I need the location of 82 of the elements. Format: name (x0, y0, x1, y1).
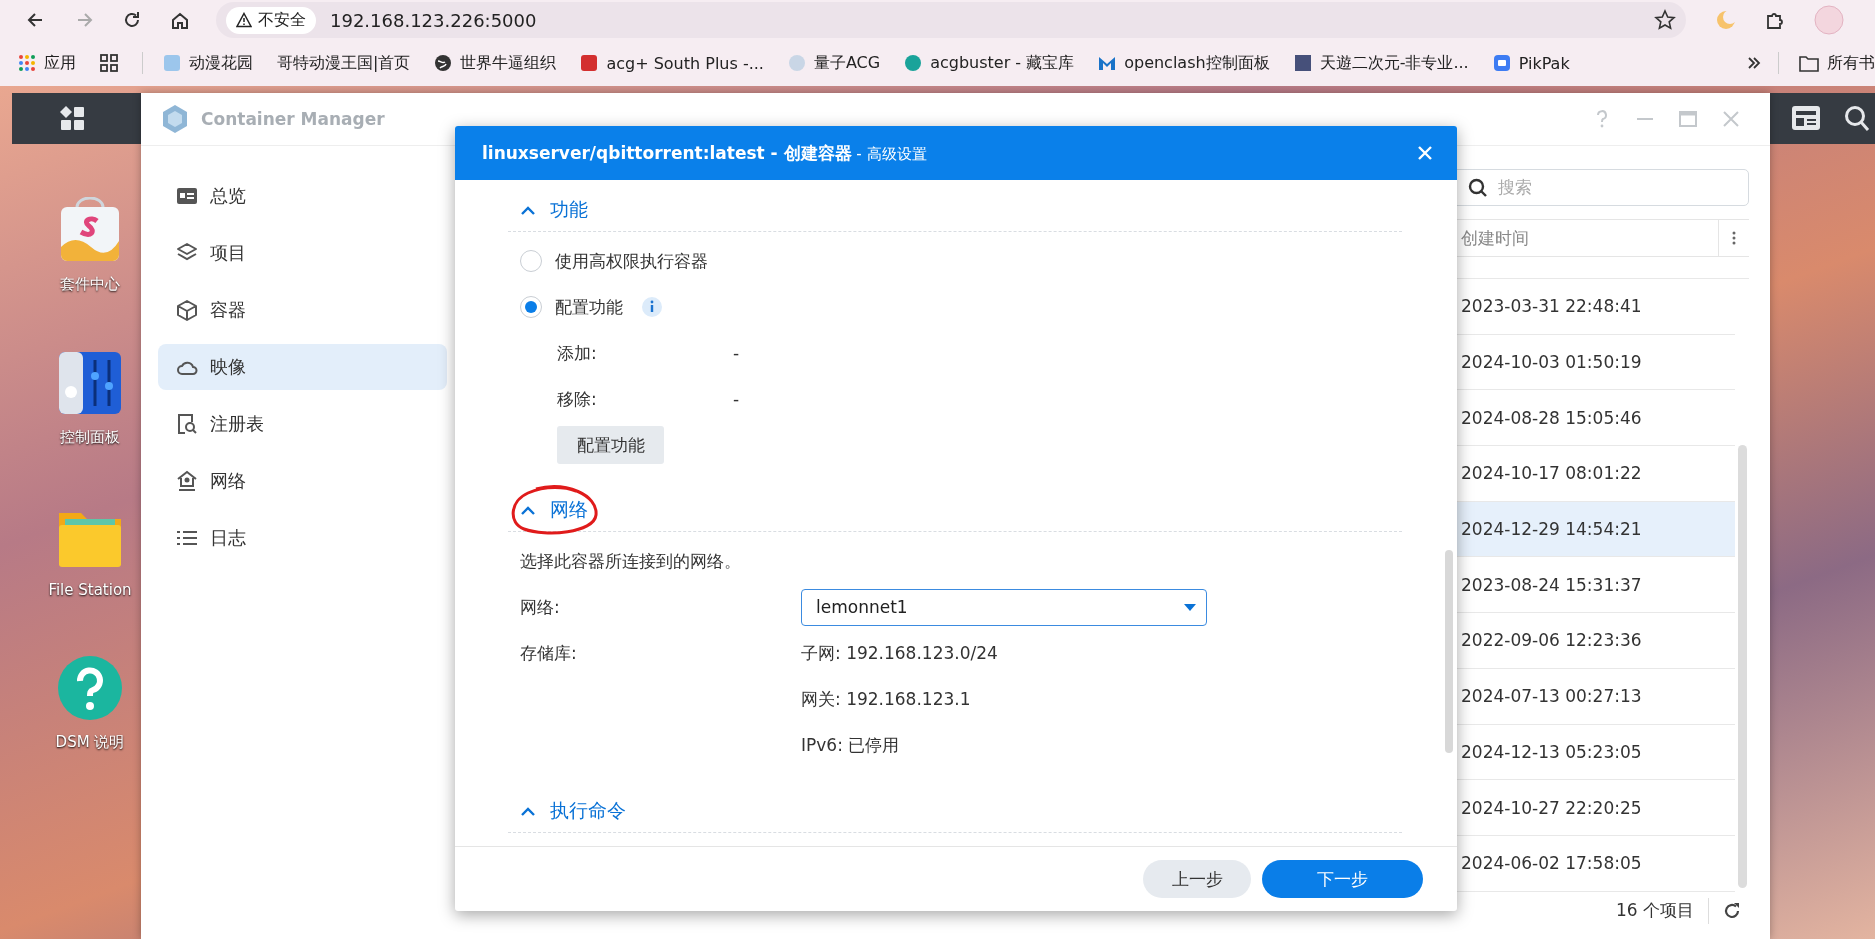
back-button[interactable]: 上一步 (1143, 860, 1251, 898)
site-favicon-icon (787, 54, 806, 72)
bookmark-link[interactable]: openclash控制面板 (1098, 52, 1270, 74)
dropdown-arrow-icon (1184, 603, 1196, 611)
radio-option[interactable]: 使用高权限执行容器 (520, 249, 708, 273)
sidebar-item[interactable]: 注册表 (158, 401, 447, 447)
column-header[interactable]: 创建时间 (1461, 226, 1529, 250)
description-text: 选择此容器所连接到的网络。 (520, 549, 742, 573)
bookmark-link[interactable]: 哥特动漫王国|首页 (277, 52, 411, 74)
bookmark-link[interactable]: 应用 (18, 52, 76, 74)
field-label: 网络: (520, 595, 561, 619)
grid-icon (100, 54, 118, 72)
bookmark-link[interactable]: acgbuster - 藏宝库 (904, 52, 1075, 74)
field-value: - (733, 343, 740, 363)
bookmark-link[interactable]: 天遊二次元-非专业... (1293, 52, 1469, 74)
cube-icon (176, 299, 198, 321)
close-icon[interactable] (1417, 145, 1433, 161)
section-header[interactable]: 网络 (508, 489, 1402, 532)
search-icon[interactable] (1844, 105, 1870, 133)
bookmark-link[interactable]: PikPak (1492, 53, 1570, 73)
scrollbar[interactable] (1738, 445, 1747, 888)
field-label: 存储库: (520, 641, 578, 665)
widgets-icon[interactable] (1791, 105, 1821, 131)
search-placeholder: 搜索 (1498, 176, 1532, 199)
field-value: 网关: 192.168.123.1 (801, 687, 971, 711)
bookmark-link[interactable]: 世界牛逼组织 (434, 52, 557, 74)
radio-option[interactable]: 配置功能 (520, 295, 623, 319)
field-value: 子网: 192.168.123.0/24 (801, 641, 998, 665)
sidebar-item[interactable]: 项目 (158, 230, 447, 276)
chevron-up-icon (520, 806, 536, 816)
sidebar-item[interactable]: 网络 (158, 458, 447, 504)
site-favicon-icon (1492, 54, 1511, 72)
configure-button[interactable]: 配置功能 (557, 426, 664, 464)
apps-grid-icon (18, 54, 36, 72)
site-favicon-icon (904, 54, 923, 72)
site-favicon-icon (1293, 54, 1312, 72)
bookmark-link[interactable]: 动漫花园 (163, 52, 253, 74)
folder-icon (1799, 54, 1819, 72)
dropdown-value: lemonnet1 (816, 597, 908, 617)
tab-groups-button[interactable] (100, 54, 118, 72)
field-value: IPv6: 已停用 (801, 733, 900, 757)
item-count: 16 个项目 (1615, 899, 1694, 923)
refresh-icon[interactable] (1723, 901, 1741, 920)
chevron-up-icon (520, 205, 536, 215)
chevron-up-icon (520, 505, 536, 515)
sidebar-item[interactable]: 容器 (158, 287, 447, 333)
double-chevron-icon (1747, 56, 1761, 70)
control-panel-icon[interactable] (57, 350, 123, 416)
main-menu-icon[interactable] (60, 106, 84, 130)
help-icon[interactable] (57, 655, 123, 721)
hexagon-logo-icon (161, 104, 189, 134)
star-icon[interactable] (1654, 9, 1676, 31)
dialog-title: linuxserver/qbittorrent:latest - 创建容器 - 高级设置 (482, 141, 927, 165)
site-favicon-icon (434, 54, 453, 72)
house-icon (176, 470, 198, 492)
sidebar-item[interactable]: 日志 (158, 515, 447, 561)
site-favicon-icon (1098, 54, 1117, 72)
overview-card-icon (176, 185, 198, 207)
section-header[interactable]: 功能 (508, 189, 1402, 232)
url-text: 192.168.123.226:5000 (330, 9, 537, 31)
search-document-icon (176, 413, 198, 435)
search-icon (1468, 177, 1488, 198)
security-label: 不安全 (258, 9, 306, 31)
field-label: 移除: (557, 387, 598, 411)
bookmark-link[interactable]: 所有书 (1799, 52, 1875, 74)
warning-icon (236, 12, 252, 28)
sidebar-item[interactable]: 映像 (158, 344, 447, 390)
next-button[interactable]: 下一步 (1262, 860, 1423, 898)
scrollbar[interactable] (1445, 550, 1453, 753)
address-bar[interactable]: 不安全 192.168.123.226:5000 (216, 2, 1686, 38)
field-label: 添加: (557, 341, 598, 365)
section-header[interactable]: 执行命令 (508, 790, 1402, 833)
more-options-icon[interactable] (1732, 231, 1736, 245)
bookmark-link[interactable]: 量子ACG (787, 52, 881, 74)
window-title: Container Manager (201, 109, 385, 129)
info-icon[interactable] (641, 296, 663, 318)
site-favicon-icon (580, 54, 599, 72)
sidebar-item[interactable]: 总览 (158, 173, 447, 219)
bookmark-link[interactable]: acg+ South Plus -... (580, 53, 764, 73)
field-value: - (733, 389, 740, 409)
site-favicon-icon (163, 54, 181, 72)
network-dropdown[interactable]: lemonnet1 (801, 588, 1207, 626)
